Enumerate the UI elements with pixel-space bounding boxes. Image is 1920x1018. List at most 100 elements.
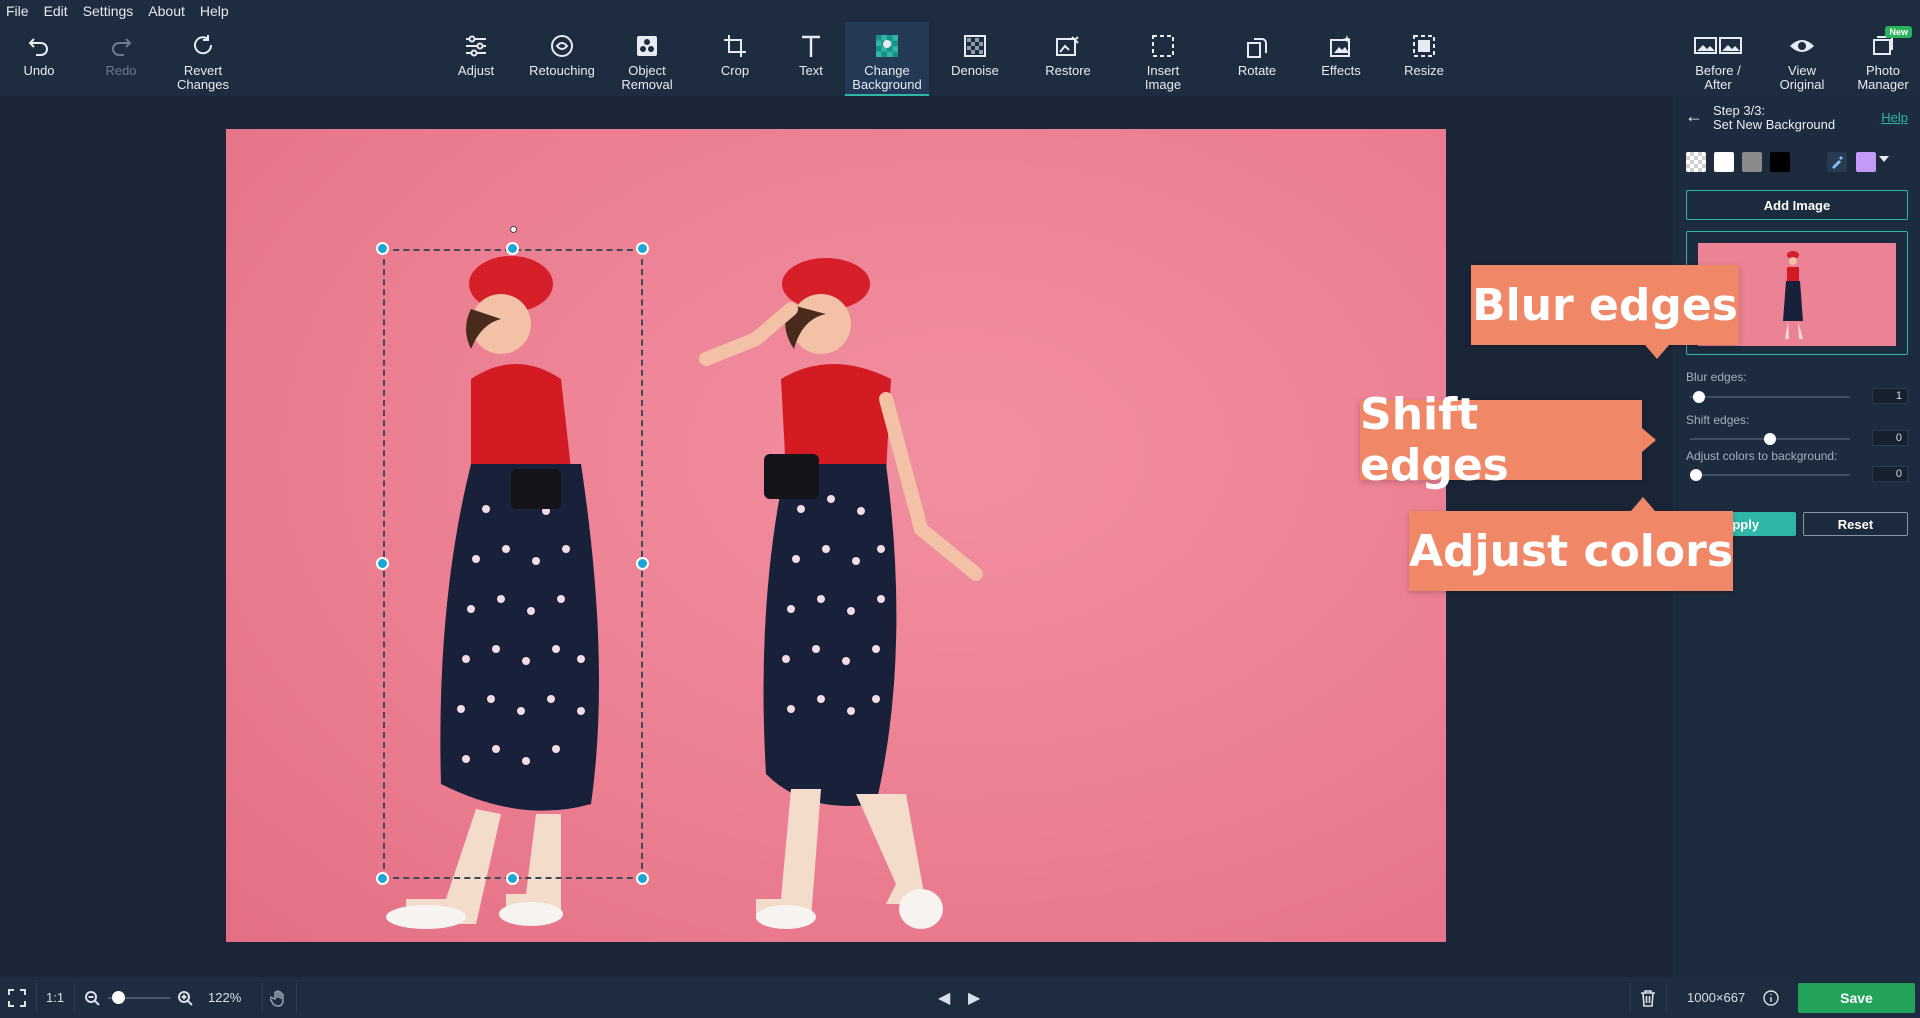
adjust-colors-value[interactable]: 0 xyxy=(1872,466,1908,482)
zoom-out-button[interactable] xyxy=(84,977,100,1018)
undo-icon xyxy=(22,30,56,62)
divider xyxy=(296,983,297,1012)
view-original-label: View Original xyxy=(1779,63,1825,92)
divider xyxy=(262,983,263,1012)
blur-edges-slider[interactable] xyxy=(1690,391,1850,403)
tool-rotate-button[interactable]: Rotate xyxy=(1227,22,1287,96)
menu-file[interactable]: File xyxy=(6,3,29,19)
effects-icon xyxy=(1324,30,1358,62)
delete-button[interactable] xyxy=(1640,977,1656,1018)
shift-edges-slider[interactable] xyxy=(1690,433,1850,445)
next-image-button[interactable]: ▶ xyxy=(968,977,980,1018)
change-background-icon xyxy=(870,30,904,62)
swatch-black[interactable] xyxy=(1770,152,1790,172)
fullscreen-button[interactable] xyxy=(8,977,26,1018)
tool-effects-button[interactable]: Effects xyxy=(1313,22,1369,96)
back-arrow-icon[interactable]: ← xyxy=(1685,106,1703,127)
photo-manager-button[interactable]: New Photo Manager xyxy=(1852,22,1914,96)
adjust-colors-callout-text: Adjust colors xyxy=(1409,525,1734,577)
color-dropdown-icon[interactable] xyxy=(1879,156,1889,162)
zoom-in-button[interactable] xyxy=(177,977,193,1018)
tool-label: Crop xyxy=(720,63,750,78)
eyedropper-button[interactable] xyxy=(1827,152,1847,172)
menu-help[interactable]: Help xyxy=(200,3,229,19)
new-badge: New xyxy=(1885,26,1912,38)
step-header: Step 3/3: Set New Background xyxy=(1713,104,1835,132)
custom-color-swatch[interactable] xyxy=(1856,152,1876,172)
zoom-out-icon xyxy=(85,990,100,1006)
blur-edges-callout: Blur edges xyxy=(1471,265,1739,359)
trash-icon xyxy=(1641,989,1655,1007)
selection-box[interactable] xyxy=(383,249,643,879)
tool-restore-button[interactable]: Restore xyxy=(1033,22,1103,96)
tool-text-button[interactable]: Text xyxy=(782,22,840,96)
undo-button[interactable]: Undo xyxy=(12,22,66,96)
resize-handle-bottom-right[interactable] xyxy=(636,872,649,885)
info-button[interactable] xyxy=(1763,977,1779,1018)
status-bar: 1:1 122% ◀ ▶ 1000×667 Save xyxy=(0,977,1920,1018)
zoom-slider-knob[interactable] xyxy=(112,991,125,1004)
tool-insert-image-button[interactable]: Insert Image xyxy=(1128,22,1198,96)
previous-image-button[interactable]: ◀ xyxy=(938,977,950,1018)
tool-resize-button[interactable]: Resize xyxy=(1396,22,1452,96)
menu-edit[interactable]: Edit xyxy=(44,3,68,19)
tool-crop-button[interactable]: Crop xyxy=(705,22,765,96)
resize-handle-top[interactable] xyxy=(506,242,519,255)
swatch-white[interactable] xyxy=(1714,152,1734,172)
adjust-colors-label: Adjust colors to background: xyxy=(1686,449,1838,463)
divider xyxy=(36,983,37,1012)
reset-button[interactable]: Reset xyxy=(1803,512,1908,536)
swatch-transparent[interactable] xyxy=(1686,152,1706,172)
tool-label: Resize xyxy=(1404,63,1444,78)
tool-adjust-button[interactable]: Adjust xyxy=(451,22,501,96)
adjust-colors-knob[interactable] xyxy=(1690,469,1702,481)
before-after-icon xyxy=(1693,30,1743,62)
redo-button[interactable]: Redo xyxy=(94,22,148,96)
tool-label: Denoise xyxy=(951,63,999,78)
resize-handle-bottom-left[interactable] xyxy=(376,872,389,885)
resize-handle-right[interactable] xyxy=(636,557,649,570)
view-original-button[interactable]: View Original xyxy=(1774,22,1830,96)
blur-edges-knob[interactable] xyxy=(1692,391,1705,403)
before-after-button[interactable]: Before / After xyxy=(1686,22,1750,96)
tool-label: Object Removal xyxy=(621,63,673,92)
step-title: Set New Background xyxy=(1713,117,1836,132)
tool-denoise-button[interactable]: Denoise xyxy=(943,22,1007,96)
shift-edges-value[interactable]: 0 xyxy=(1872,430,1908,446)
eye-icon xyxy=(1785,30,1819,62)
tool-label: Rotate xyxy=(1237,63,1277,78)
actual-size-button[interactable]: 1:1 xyxy=(46,977,64,1018)
crop-icon xyxy=(718,30,752,62)
retouch-face-icon xyxy=(545,30,579,62)
shift-edges-label: Shift edges: xyxy=(1686,413,1750,427)
callout-arrow xyxy=(1642,428,1656,452)
zoom-slider[interactable] xyxy=(108,991,170,1004)
tool-retouching-button[interactable]: Retouching xyxy=(522,22,602,96)
tool-label: Effects xyxy=(1321,63,1361,78)
hand-tool-button[interactable] xyxy=(270,977,288,1018)
zoom-level: 122% xyxy=(208,990,242,1005)
resize-handle-bottom[interactable] xyxy=(506,872,519,885)
tool-object-removal-button[interactable]: Object Removal xyxy=(613,22,681,96)
shift-edges-callout-text: Shift edges xyxy=(1360,389,1509,491)
shift-edges-knob[interactable] xyxy=(1764,433,1776,445)
menu-bar: File Edit Settings About Help xyxy=(0,0,1920,22)
resize-handle-top-right[interactable] xyxy=(636,242,649,255)
add-image-button[interactable]: Add Image xyxy=(1686,190,1908,220)
adjust-colors-slider[interactable] xyxy=(1690,469,1850,481)
tool-change-background-button[interactable]: Change Background xyxy=(845,22,929,96)
revert-icon xyxy=(186,30,220,62)
blur-edges-value[interactable]: 1 xyxy=(1872,388,1908,404)
save-button[interactable]: Save xyxy=(1798,983,1915,1013)
menu-about[interactable]: About xyxy=(148,3,185,19)
rotate-icon xyxy=(1240,30,1274,62)
rotate-handle[interactable] xyxy=(510,226,517,233)
resize-handle-top-left[interactable] xyxy=(376,242,389,255)
resize-handle-left[interactable] xyxy=(376,557,389,570)
swatch-gray[interactable] xyxy=(1742,152,1762,172)
menu-settings[interactable]: Settings xyxy=(83,3,134,19)
restore-icon xyxy=(1051,30,1085,62)
help-link[interactable]: Help xyxy=(1881,110,1908,125)
revert-label: Revert Changes xyxy=(176,63,230,92)
revert-changes-button[interactable]: Revert Changes xyxy=(168,22,238,96)
